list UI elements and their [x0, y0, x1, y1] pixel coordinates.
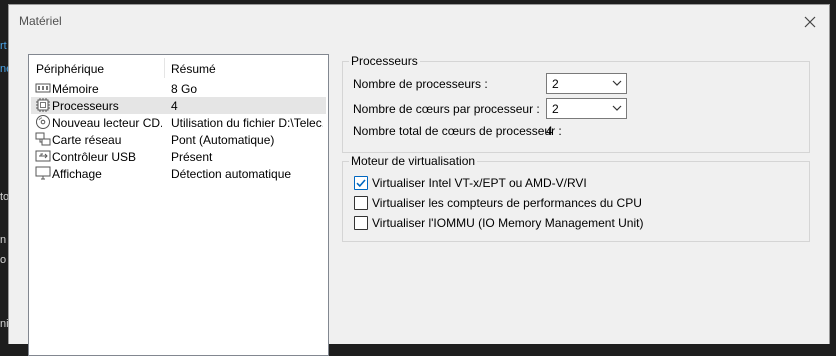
background-text-fragment: ni	[0, 318, 8, 330]
device-name: Contrôleur USB	[52, 150, 137, 164]
iommu-checkbox[interactable]	[354, 216, 368, 230]
background-text-fragment: o a	[0, 254, 8, 266]
virtualization-group-label: Moteur de virtualisation	[349, 154, 478, 168]
close-icon	[804, 16, 816, 28]
virtualization-group: Moteur de virtualisation Virtualiser Int…	[342, 154, 810, 242]
vtx-checkbox[interactable]	[354, 176, 368, 190]
dialog-title: Matériel	[19, 14, 62, 28]
device-summary: Détection automatique	[171, 167, 292, 181]
processor-icon	[36, 98, 50, 112]
memory-icon	[35, 83, 51, 93]
device-row-network-adapter[interactable]: Carte réseau Pont (Automatique)	[31, 131, 326, 148]
close-button[interactable]	[797, 9, 823, 35]
num-processors-value: 2	[552, 77, 559, 91]
device-name: Affichage	[52, 167, 102, 181]
column-header-device[interactable]: Périphérique	[36, 62, 104, 76]
checkmark-icon	[356, 179, 366, 188]
device-name: Carte réseau	[52, 133, 122, 147]
device-name: Processeurs	[52, 99, 119, 113]
hardware-dialog: Matériel Périphérique Résumé Mémoire 8 G…	[8, 4, 830, 356]
device-summary: Présent	[171, 150, 213, 164]
cores-per-processor-value: 2	[552, 102, 559, 116]
device-summary: 4	[171, 99, 178, 113]
device-list-header: Périphérique Résumé	[29, 55, 328, 79]
processors-group: Processeurs Nombre de processeurs : 2 No…	[342, 54, 810, 153]
background-text-fragment: to	[0, 191, 8, 203]
cores-per-processor-select[interactable]: 2	[546, 98, 627, 119]
iommu-checkbox-label: Virtualiser l'IOMMU (IO Memory Managemen…	[372, 216, 644, 230]
num-processors-label: Nombre de processeurs :	[353, 77, 488, 91]
background-text-fragment: rt	[0, 40, 7, 52]
column-header-summary[interactable]: Résumé	[171, 62, 216, 76]
cores-per-processor-label: Nombre de cœurs par processeur :	[353, 102, 540, 116]
device-summary: 8 Go	[171, 82, 198, 96]
device-summary: Utilisation du fichier D:\Telec...	[171, 116, 323, 130]
chevron-down-icon	[612, 80, 622, 86]
perf-counters-checkbox[interactable]	[354, 196, 368, 210]
background-text-fragment: ne	[0, 63, 8, 75]
device-summary: Pont (Automatique)	[171, 133, 275, 147]
device-name: Nouveau lecteur CD...	[52, 116, 162, 130]
display-icon	[35, 166, 51, 180]
processors-group-label: Processeurs	[349, 54, 420, 68]
device-row-processors[interactable]: Processeurs 4	[31, 97, 326, 114]
device-row-display[interactable]: Affichage Détection automatique	[31, 165, 326, 182]
device-name: Mémoire	[52, 82, 99, 96]
perf-counters-checkbox-label: Virtualiser les compteurs de performance…	[372, 196, 642, 210]
usb-controller-icon	[35, 150, 51, 162]
device-row-usb-controller[interactable]: Contrôleur USB Présent	[31, 148, 326, 165]
total-cores-label: Nombre total de cœurs de processeur :	[353, 124, 562, 138]
cd-drive-icon	[36, 115, 50, 129]
network-adapter-icon	[35, 132, 51, 146]
device-row-cd-drive[interactable]: Nouveau lecteur CD... Utilisation du fic…	[31, 114, 326, 131]
num-processors-select[interactable]: 2	[546, 73, 627, 94]
device-list[interactable]: Périphérique Résumé Mémoire 8 Go Process…	[28, 54, 329, 356]
background-text-fragment: n a	[0, 234, 8, 246]
device-row-memory[interactable]: Mémoire 8 Go	[31, 80, 326, 97]
column-separator[interactable]	[164, 58, 165, 78]
chevron-down-icon	[612, 105, 622, 111]
title-bar: Matériel	[9, 5, 829, 39]
vtx-checkbox-label: Virtualiser Intel VT-x/EPT ou AMD-V/RVI	[372, 176, 587, 190]
total-cores-value: 4	[546, 124, 553, 138]
